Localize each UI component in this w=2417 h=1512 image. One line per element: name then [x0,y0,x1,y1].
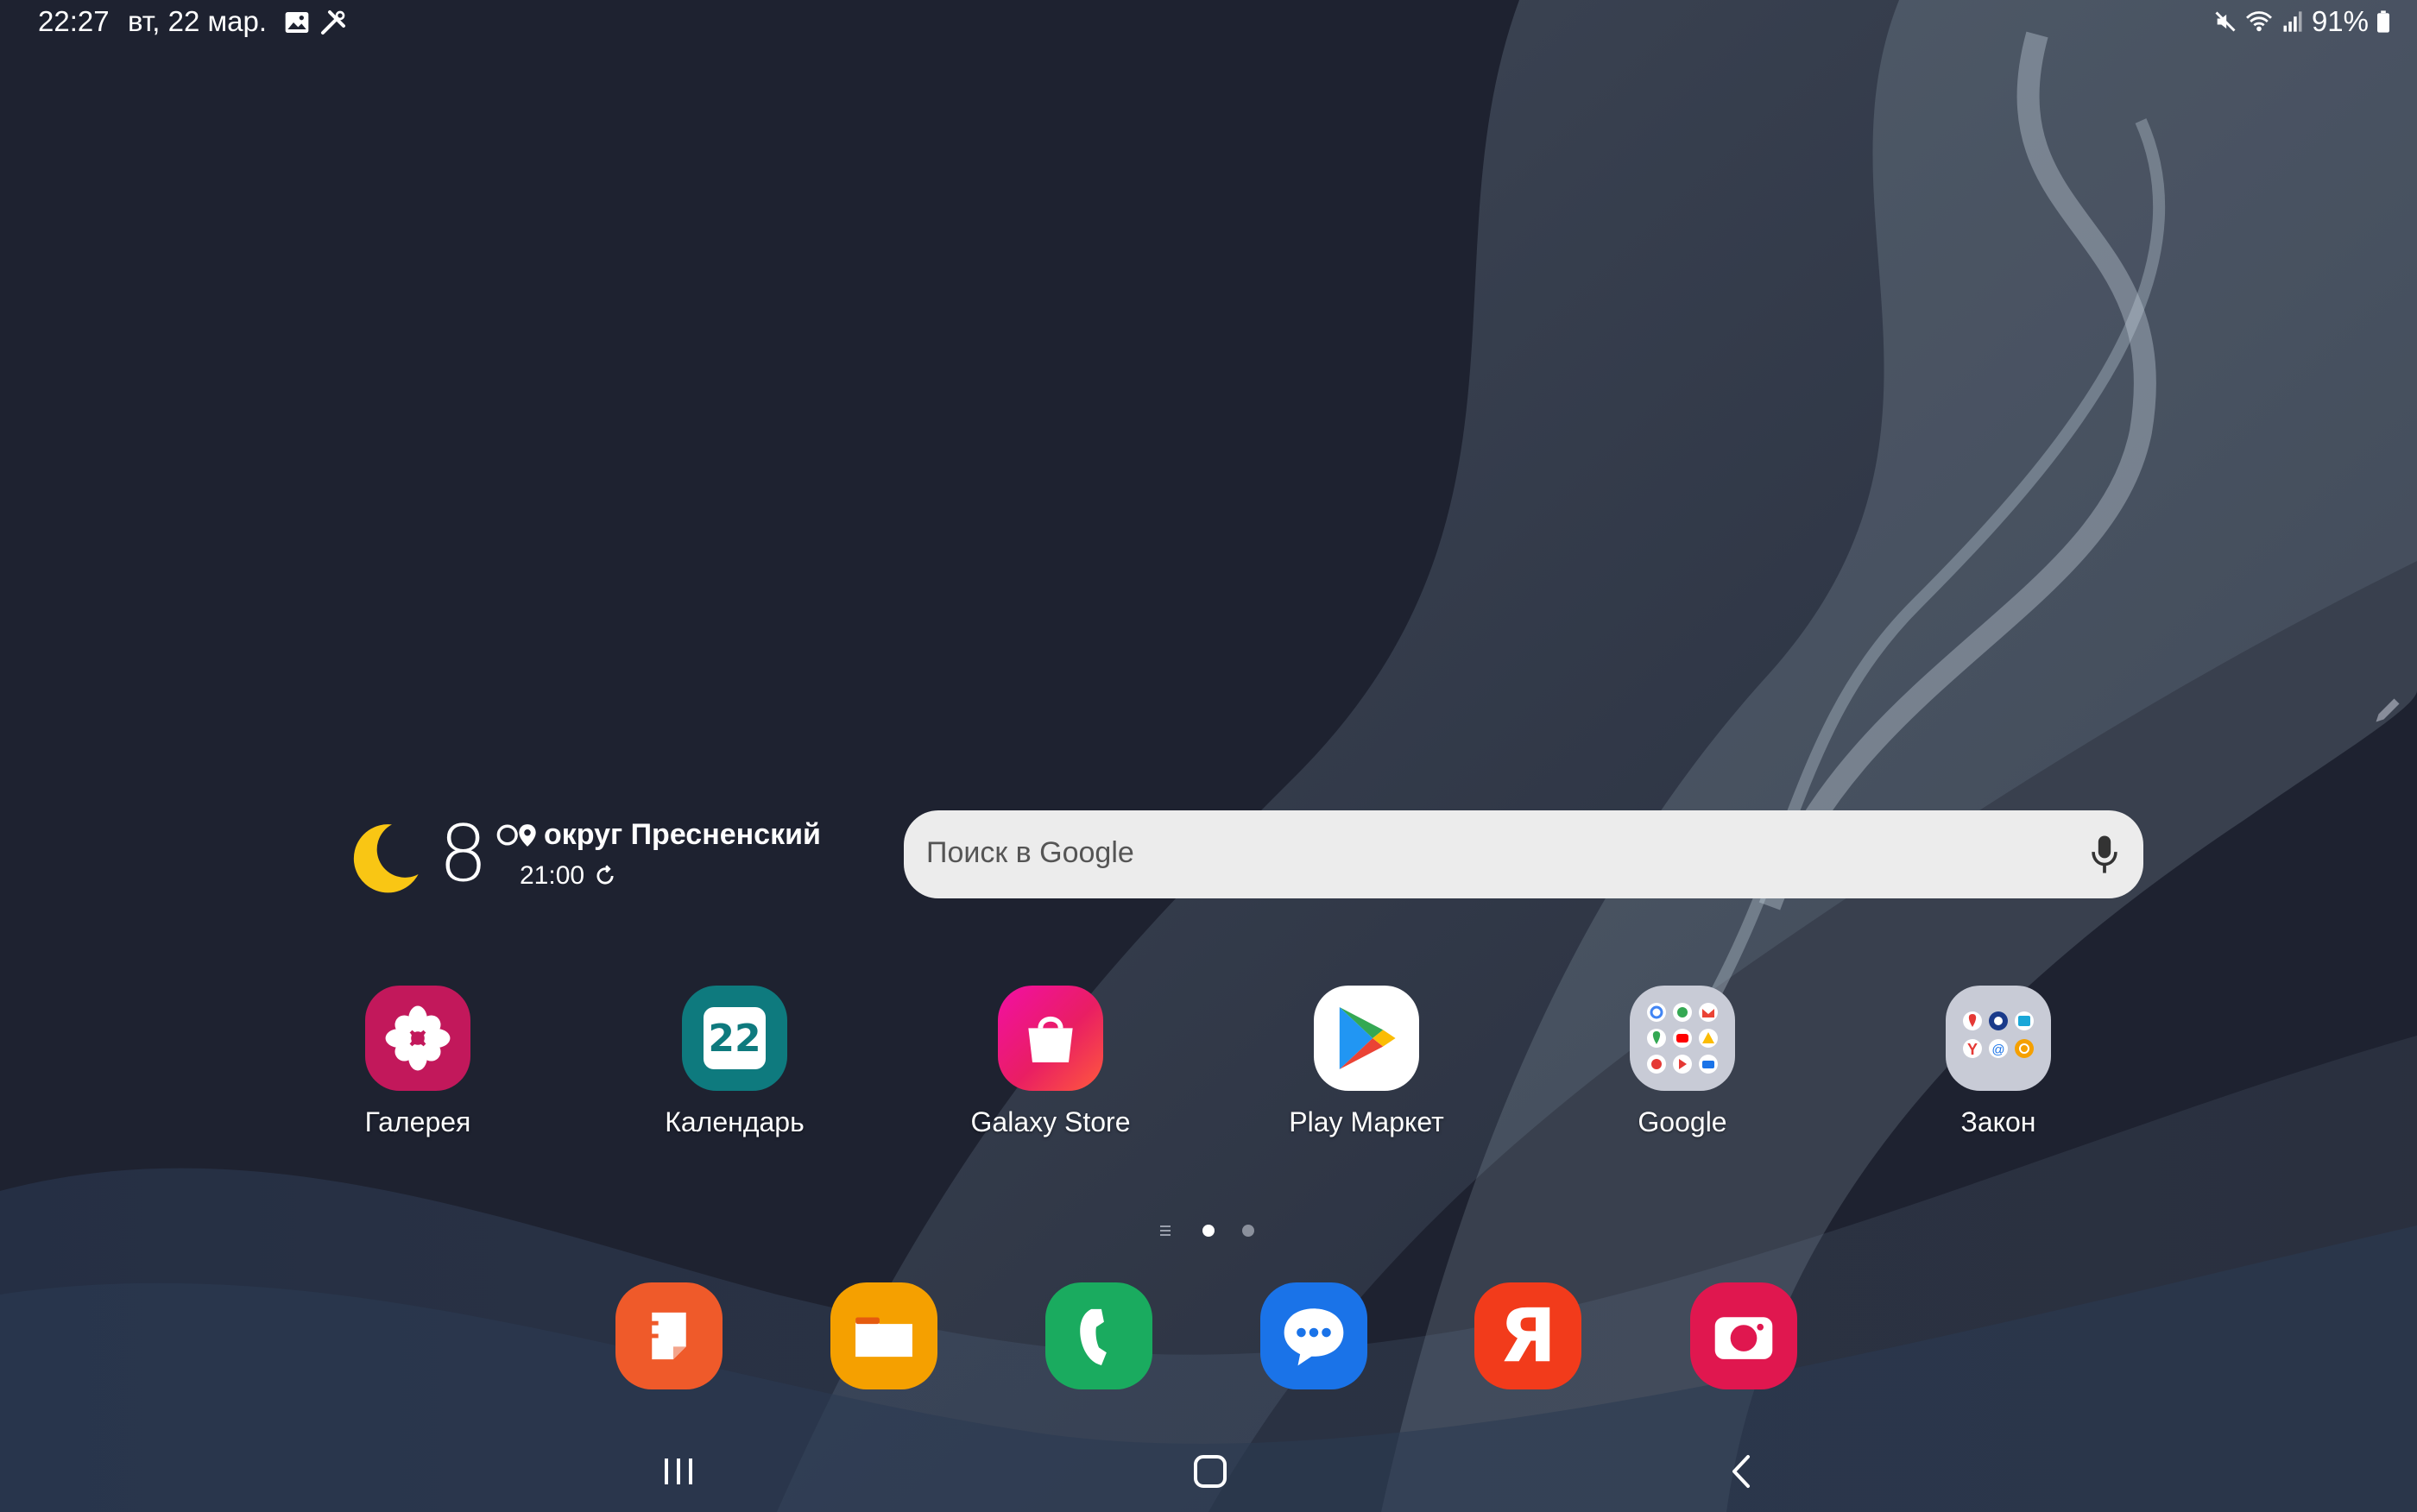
weather-widget[interactable]: 8° округ Пресненский 21:00 [345,811,863,906]
image-icon [285,12,309,33]
weather-updated: 21:00 [520,861,617,891]
app-folder-google[interactable]: Google [1570,986,1795,1138]
page-dot [1242,1225,1254,1237]
app-calendar[interactable]: 22 Календарь [622,986,847,1138]
dock-phone[interactable] [1045,1282,1152,1389]
messages-icon [1284,1308,1344,1366]
home-menu-icon [1160,1225,1171,1236]
play-market-icon [1314,986,1419,1091]
app-label: Галерея [364,1106,471,1137]
signal-icon [2283,11,2302,32]
my-files-icon [855,1317,912,1358]
weather-location: округ Пресненский [518,818,821,852]
google-folder-icon [1630,986,1735,1091]
status-date: вт, 22 мар. [128,5,268,37]
svg-text:@: @ [1991,1043,2004,1057]
calendar-day: 22 [704,1007,766,1069]
home-icon [1194,1455,1227,1488]
status-bar: 22:27 вт, 22 мар. 91% [0,0,2417,45]
dock-messages[interactable] [1260,1282,1367,1389]
microphone-icon[interactable] [2092,835,2117,874]
recents-button[interactable] [653,1450,704,1493]
wifi-icon [2245,11,2272,32]
weather-temperature: 8° [439,809,527,899]
weather-updated-time: 21:00 [520,861,585,890]
google-search-bar[interactable]: Поиск в Google [904,810,2143,898]
status-time: 22:27 [38,5,110,37]
yandex-icon: Я [1499,1293,1557,1379]
app-label: Galaxy Store [970,1106,1131,1137]
phone-icon [1080,1308,1107,1366]
gallery-icon [365,986,470,1091]
dock-camera[interactable] [1690,1282,1797,1389]
dock-notes[interactable] [615,1282,723,1389]
recents-icon [665,1458,692,1484]
back-button[interactable] [1716,1450,1768,1493]
app-gallery[interactable]: Галерея [306,986,530,1138]
app-folder-zakon[interactable]: Y @ Закон [1886,986,2111,1138]
refresh-icon[interactable] [593,864,617,888]
wallpaper [0,0,2417,1512]
app-galaxy-store[interactable]: Galaxy Store [938,986,1163,1138]
moon-icon [353,824,419,893]
back-icon [1732,1455,1750,1488]
app-play-market[interactable]: Play Маркет [1254,986,1479,1138]
zakon-folder-icon: Y @ [1946,986,2051,1091]
weather-location-label: округ Пресненский [544,818,821,851]
calendar-icon: 22 [682,986,787,1091]
dock-yandex[interactable]: Я [1474,1282,1581,1389]
page-indicator[interactable] [1153,1220,1274,1241]
svg-text:Y: Y [1967,1041,1978,1058]
edge-panel-handle-icon[interactable] [2372,695,2403,726]
page-dot-current [1202,1225,1215,1237]
app-label: Календарь [665,1106,805,1137]
dock-my-files[interactable] [830,1282,937,1389]
mute-icon [2215,11,2236,32]
battery-percent: 91% [2311,5,2369,37]
home-button[interactable] [1184,1450,1236,1493]
search-placeholder: Поиск в Google [926,836,1134,869]
app-label: Play Маркет [1289,1106,1444,1137]
tools-icon [321,10,345,35]
notes-icon [647,1312,686,1360]
status-right-group: 91% [2213,5,2391,38]
galaxy-store-icon [998,986,1103,1091]
location-pin-icon [519,823,536,847]
battery-icon [2377,10,2389,33]
app-label: Закон [1960,1106,2036,1137]
camera-icon [1714,1317,1773,1359]
app-label: Google [1638,1106,1727,1137]
